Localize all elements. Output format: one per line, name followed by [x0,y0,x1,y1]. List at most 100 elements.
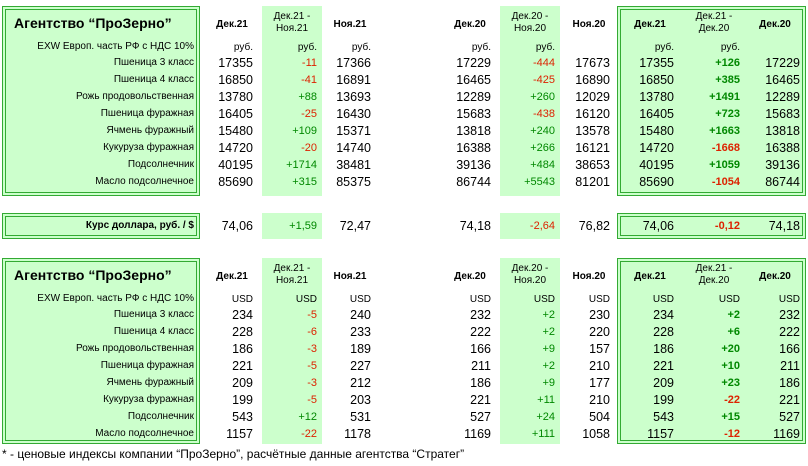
rub-cell-dec20: 16465 [456,73,491,87]
usd-cell-yoy: -12 [724,428,740,440]
rub-col-nov21: Ноя.21 [333,19,367,30]
usd-cell-mom: -5 [307,394,317,406]
rub-cell-mom: -41 [301,74,317,86]
usd-cell-nov20: 504 [589,410,610,424]
usd-col-yoy: Дек.21 - Дек.20 [682,263,746,287]
fx-label: Курс доллара, руб. / $ [85,220,194,231]
rub-col-prev-mom-line1: Дек.20 - [511,11,549,22]
usd-cell-name: Подсолнечник [127,411,194,422]
usd-unit-yoy-dec20: USD [778,294,800,305]
usd-cell-nov21: 233 [350,325,371,339]
usd-cell-dec21: 1157 [226,427,253,441]
rub-cell-dec21: 17355 [218,56,253,70]
usd-cell-nov21: 1178 [344,427,371,441]
rub-cell-yoy: -1668 [711,142,740,154]
usd-cell-mom: -6 [307,326,317,338]
rub-cell-pmom: +484 [530,159,555,171]
usd-col-prev-mom: Дек.20 - Ноя.20 [500,263,560,287]
rub-cell-name: Пшеница фуражная [100,108,194,119]
rub-unit-nov21: руб. [351,42,371,53]
rub-cell-yoy-dec20: 13818 [765,124,800,138]
usd-block-title: Агентство “ПроЗерно” [14,267,172,283]
rub-cell-yoy: +126 [715,57,740,69]
rub-cell-pmom: +266 [530,142,555,154]
usd-cell-dec20: 222 [470,325,491,339]
rub-cell-nov21: 16430 [336,107,371,121]
rub-cell-dec20: 86744 [456,175,491,189]
usd-cell-mom: -5 [307,309,317,321]
usd-cell-yoy-dec21: 228 [653,325,674,339]
usd-unit-yoy-dec21: USD [652,294,674,305]
rub-cell-nov20: 13578 [575,124,610,138]
usd-cell-yoy-dec20: 232 [779,308,800,322]
usd-cell-yoy-dec20: 1169 [773,427,800,441]
usd-col-mom-line1: Дек.21 - [273,263,311,274]
rub-unit-mom: руб. [297,42,317,53]
fx-block: Курс доллара, руб. / $ 74,06 +1,59 72,47… [0,210,808,242]
usd-cell-dec21: 234 [232,308,253,322]
usd-cell-yoy: +20 [721,343,740,355]
fx-nov21: 72,47 [339,219,371,233]
rub-cell-nov21: 38481 [336,158,371,172]
rub-cell-nov20: 17673 [575,56,610,70]
rub-col-yoy-line1: Дек.21 - [695,11,733,22]
rub-col-yoy-dec20: Дек.20 [759,19,791,30]
rub-unit-yoy: руб. [720,42,740,53]
rub-cell-yoy-dec20: 15683 [765,107,800,121]
rub-cell-mom: -11 [301,57,317,69]
usd-unit-mom: USD [295,294,317,305]
rub-unit-dec20: руб. [471,42,491,53]
rub-cell-pmom: +240 [530,125,555,137]
rub-cell-pmom: -425 [532,74,555,86]
rub-cell-mom: +315 [292,176,317,188]
rub-cell-yoy: +1491 [709,91,740,103]
usd-unit-nov21: USD [349,294,371,305]
rub-cell-mom: -20 [301,142,317,154]
usd-col-yoy-dec21: Дек.21 [634,271,666,282]
rub-cell-yoy-dec20: 16465 [765,73,800,87]
usd-cell-yoy-dec21: 186 [653,342,674,356]
usd-cell-nov20: 230 [589,308,610,322]
usd-cell-name: Масло подсолнечное [95,428,194,439]
usd-col-dec21: Дек.21 [216,271,248,282]
rub-cell-name: Пшеница 3 класс [113,57,194,68]
usd-cell-yoy-dec20: 211 [780,359,800,373]
usd-unit-prev-mom: USD [533,294,555,305]
rub-cell-mom: -25 [301,108,317,120]
rub-cell-dec21: 14720 [218,141,253,155]
usd-cell-nov20: 210 [589,359,610,373]
rub-cell-dec21: 13780 [218,90,253,104]
fx-prev-mom: -2,64 [529,220,555,232]
rub-cell-dec20: 16388 [456,141,491,155]
usd-cell-nov20: 157 [589,342,610,356]
rub-cell-name: Пшеница 4 класс [113,74,194,85]
usd-cell-dec21: 228 [232,325,253,339]
usd-cell-yoy: +6 [727,326,740,338]
usd-unit-nov20: USD [588,294,610,305]
rub-cell-mom: +88 [298,91,317,103]
rub-cell-mom: +109 [292,125,317,137]
rub-cell-dec21: 40195 [218,158,253,172]
rub-block-title: Агентство “ПроЗерно” [14,15,172,31]
usd-cell-yoy-dec21: 234 [653,308,674,322]
usd-cell-nov21: 240 [350,308,371,322]
usd-cell-dec21: 221 [232,359,253,373]
rub-cell-nov20: 81201 [575,175,610,189]
usd-cell-name: Пшеница 4 класс [113,326,194,337]
usd-cell-yoy-dec20: 222 [779,325,800,339]
fx-dec21: 74,06 [221,219,253,233]
rub-cell-nov20: 16890 [575,73,610,87]
usd-col-mom: Дек.21 - Ноя.21 [262,263,322,287]
usd-cell-yoy: +15 [721,411,740,423]
usd-cell-yoy-dec20: 186 [779,376,800,390]
footnote: * - ценовые индексы компании “ПроЗерно”,… [2,447,465,461]
usd-col-mom-line2: Ноя.21 [275,275,309,286]
usd-unit-dec20: USD [469,294,491,305]
usd-cell-dec21: 209 [232,376,253,390]
usd-col-nov20: Ноя.20 [572,271,606,282]
usd-cell-pmom: +111 [531,428,555,440]
usd-unit-yoy: USD [718,294,740,305]
usd-cell-dec21: 199 [232,393,253,407]
rub-cell-dec20: 12289 [456,90,491,104]
rub-cell-mom: +1714 [286,159,317,171]
